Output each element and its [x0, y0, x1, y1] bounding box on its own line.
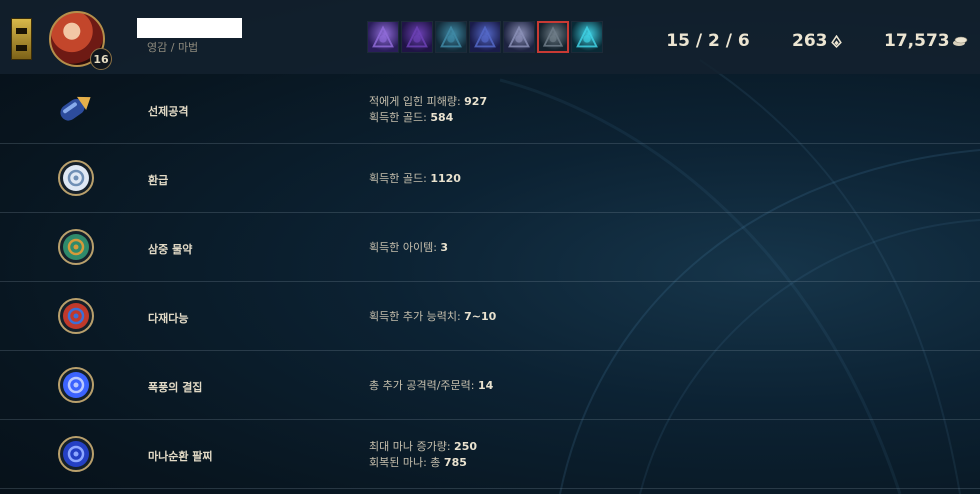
creep-score-value: 263: [792, 31, 828, 51]
creep-score: 263: [792, 31, 843, 51]
rune-name: 다재다능: [148, 312, 189, 325]
item-slots: [367, 21, 605, 53]
rune-stat-value: 584: [430, 110, 454, 124]
rune-stat-value: 785: [443, 455, 467, 469]
rune-stat-line: 획득한 골드: 1120: [369, 171, 461, 187]
rune-row: 마나순환 팔찌 최대 마나 증가량: 250 회복된 마나: 총 785: [0, 420, 980, 489]
manaflow-band-icon[interactable]: [58, 436, 94, 472]
rune-name: 선제공격: [148, 105, 189, 118]
rune-stat-value: 7~10: [464, 309, 497, 323]
rank-emblem-icon: [11, 18, 32, 60]
champion-level-badge: 16: [90, 48, 112, 70]
rune-name: 삼중 물약: [148, 243, 193, 256]
rune-stat-label: 획득한 아이템:: [369, 240, 441, 254]
rune-stat-label: 최대 마나 증가량:: [369, 439, 455, 453]
rune-stats: 적에게 입힌 피해량: 927 획득한 골드: 584: [369, 75, 487, 144]
gold-coins-icon: [952, 36, 967, 46]
kda-score: 15 / 2 / 6: [666, 31, 750, 51]
gold-earned: 17,573: [884, 31, 968, 51]
rune-stat-value: 1120: [430, 171, 461, 185]
summoner-name-redacted: [137, 18, 242, 38]
rune-stat-value: 3: [440, 240, 449, 254]
rune-stat-label: 적에게 입힌 피해량:: [369, 94, 465, 108]
rune-row: 다재다능 획득한 추가 능력치: 7~10: [0, 282, 980, 351]
rune-stat-label: 획득한 추가 능력치:: [369, 309, 465, 323]
rune-stat-line: 적에게 입힌 피해량: 927: [369, 94, 487, 110]
crossbow-item-icon[interactable]: [435, 21, 467, 53]
gathering-storm-icon[interactable]: [58, 367, 94, 403]
rune-stats: 획득한 아이템: 3: [369, 213, 448, 282]
rune-name: 환급: [148, 174, 169, 187]
rune-stat-line: 최대 마나 증가량: 250: [369, 439, 477, 455]
cash-back-icon[interactable]: [58, 160, 94, 196]
trinket-orb-item-icon[interactable]: [571, 21, 603, 53]
rune-stat-label: 총 추가 공격력/주문력:: [369, 378, 478, 392]
rune-stats: 총 추가 공격력/주문력: 14: [369, 351, 493, 420]
rune-stat-value: 927: [464, 94, 488, 108]
jack-of-all-trades-icon[interactable]: [58, 298, 94, 334]
minion-icon: [830, 34, 842, 48]
rune-row: 선제공격 적에게 입힌 피해량: 927 획득한 골드: 584: [0, 75, 980, 144]
rune-stat-label: 획득한 골드:: [369, 171, 431, 185]
rune-stat-value: 14: [477, 378, 494, 392]
rune-stats: 최대 마나 증가량: 250 회복된 마나: 총 785: [369, 420, 477, 489]
rune-stat-label: 획득한 골드:: [369, 110, 431, 124]
rune-stat-line: 회복된 마나: 총 785: [369, 455, 477, 471]
rune-name: 마나순환 팔찌: [148, 450, 213, 463]
rune-row: 삼중 물약 획득한 아이템: 3: [0, 213, 980, 282]
rune-row: 환급 획득한 골드: 1120: [0, 144, 980, 213]
rune-list: 선제공격 적에게 입힌 피해량: 927 획득한 골드: 584 환급 획득한 골드: …: [0, 75, 980, 489]
rune-name: 폭풍의 결집: [148, 381, 203, 394]
rune-stats: 획득한 골드: 1120: [369, 144, 461, 213]
gold-value: 17,573: [884, 31, 950, 51]
purple-blade-item-icon[interactable]: [367, 21, 399, 53]
rune-stats: 획득한 추가 능력치: 7~10: [369, 282, 496, 351]
rune-stat-line: 획득한 아이템: 3: [369, 240, 448, 256]
rune-stat-value: 250: [454, 439, 478, 453]
rune-stat-label: 회복된 마나: 총: [369, 455, 444, 469]
dark-armor-item-icon[interactable]: [401, 21, 433, 53]
match-header: 16 영감 / 마법 15 / 2 / 6 263 17,573: [0, 0, 980, 74]
first-strike-icon[interactable]: [50, 83, 100, 133]
spear-item-icon[interactable]: [503, 21, 535, 53]
rune-row: 폭풍의 결집 총 추가 공격력/주문력: 14: [0, 351, 980, 420]
ward-item-icon[interactable]: [537, 21, 569, 53]
claw-item-icon[interactable]: [469, 21, 501, 53]
triple-tonic-icon[interactable]: [58, 229, 94, 265]
rune-stat-line: 획득한 골드: 584: [369, 110, 487, 126]
rune-tree-label: 영감 / 마법: [147, 41, 199, 54]
rune-stat-line: 총 추가 공격력/주문력: 14: [369, 378, 493, 394]
rune-stat-line: 획득한 추가 능력치: 7~10: [369, 309, 496, 325]
